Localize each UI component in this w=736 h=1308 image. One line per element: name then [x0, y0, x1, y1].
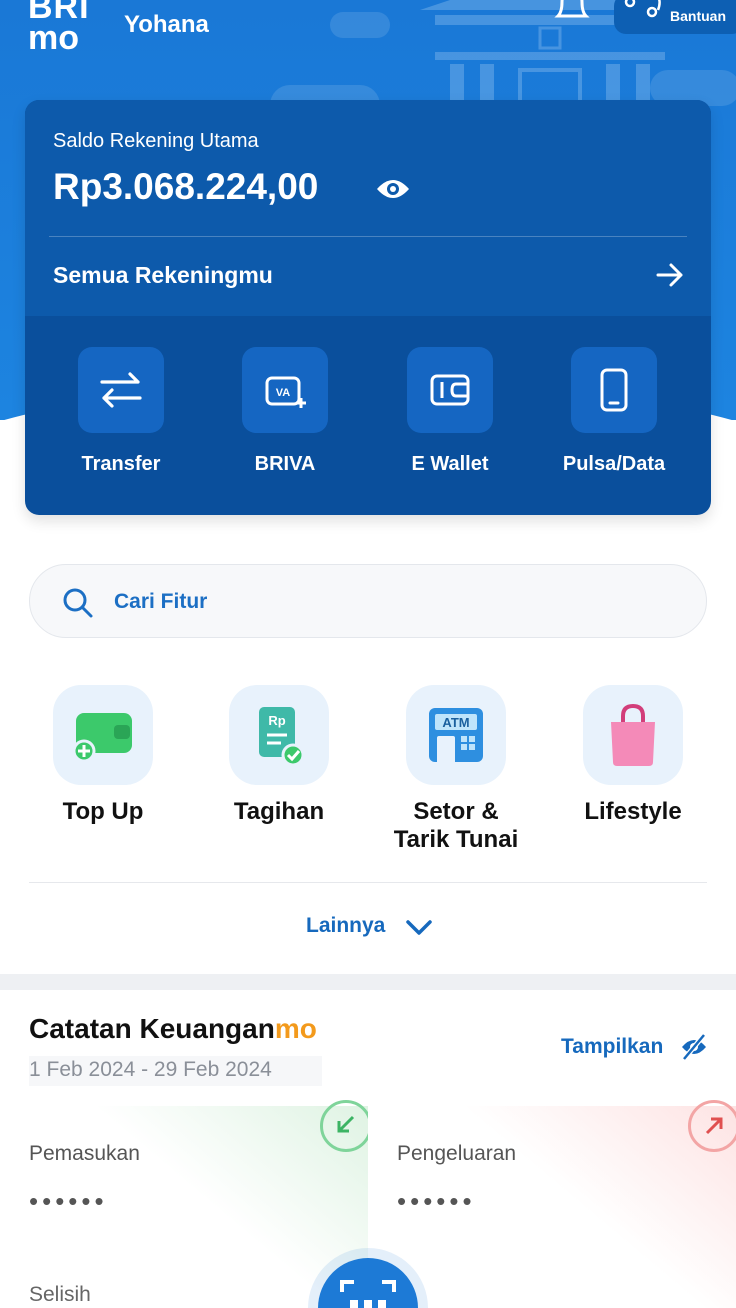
scan-icon: [340, 1280, 396, 1308]
atm-tile[interactable]: ATM: [406, 685, 506, 785]
more-features-button[interactable]: Lainnya: [306, 914, 385, 938]
quick-action-ewallet[interactable]: E Wallet: [407, 347, 493, 475]
lifestyle-tile[interactable]: [583, 685, 683, 785]
atm-icon: ATM: [429, 708, 483, 766]
balance-label: Saldo Rekening Utama: [53, 130, 259, 152]
bill-icon: Rp: [259, 707, 305, 767]
topup-wallet-icon: [72, 713, 132, 763]
divider: [49, 236, 687, 237]
notification-bell-icon[interactable]: [552, 0, 592, 26]
shopping-bag-icon: [611, 703, 655, 766]
expense-value: ••••••: [397, 1186, 476, 1216]
feature-label-line1: Setor &: [413, 798, 499, 825]
arrow-right-icon[interactable]: [655, 262, 685, 288]
finance-title-text: Catatan Keuangan: [29, 1013, 275, 1044]
svg-text:VA: VA: [276, 387, 291, 399]
finance-title-suffix: mo: [274, 1013, 317, 1044]
transfer-icon: [100, 372, 142, 408]
feature-top-up[interactable]: Top Up: [53, 685, 153, 825]
divider: [29, 882, 707, 883]
eye-off-icon[interactable]: [680, 1033, 708, 1061]
wallet-icon: [430, 374, 470, 406]
chevron-down-icon[interactable]: [404, 914, 434, 940]
quick-action-label: Pulsa/Data: [562, 453, 666, 475]
arrow-up-right-icon: [688, 1100, 736, 1152]
finance-section-title: Catatan Keuanganmo: [29, 1013, 317, 1045]
topup-tile[interactable]: [53, 685, 153, 785]
va-icon: VA: [265, 376, 306, 408]
transfer-tile[interactable]: [78, 347, 164, 433]
feature-setor-tarik[interactable]: ATM Setor & Tarik Tunai: [394, 685, 518, 853]
show-values-button[interactable]: Tampilkan: [561, 1035, 663, 1059]
user-greeting-name: Yohana: [124, 11, 209, 38]
balance-card: Saldo Rekening Utama Rp3.068.224,00 Semu…: [25, 100, 711, 515]
feature-label: Lifestyle: [584, 798, 682, 825]
headset-icon: [624, 0, 661, 18]
feature-tagihan[interactable]: Rp Tagihan: [229, 685, 329, 825]
pulsa-tile[interactable]: [571, 347, 657, 433]
help-button[interactable]: Bantuan: [614, 0, 736, 34]
svg-text:ATM: ATM: [442, 715, 469, 730]
arrow-down-left-icon: [320, 1100, 372, 1152]
quick-action-transfer[interactable]: Transfer: [78, 347, 164, 475]
search-placeholder: Cari Fitur: [114, 590, 208, 613]
expense-label: Pengeluaran: [397, 1142, 517, 1165]
eye-icon[interactable]: [375, 174, 411, 204]
income-value: ••••••: [29, 1186, 108, 1216]
tagihan-tile[interactable]: Rp: [229, 685, 329, 785]
feature-search-input[interactable]: Cari Fitur: [29, 564, 707, 638]
svg-text:Rp: Rp: [268, 713, 285, 728]
difference-label: Selisih: [29, 1283, 91, 1306]
feature-label-line2: Tarik Tunai: [393, 826, 519, 853]
quick-action-label: BRIVA: [254, 453, 316, 475]
feature-lifestyle[interactable]: Lifestyle: [583, 685, 683, 825]
income-label: Pemasukan: [29, 1142, 140, 1165]
phone-icon: [600, 368, 628, 412]
search-icon: [63, 588, 93, 618]
help-label: Bantuan: [670, 8, 726, 24]
all-accounts-link[interactable]: Semua Rekeningmu: [53, 262, 273, 289]
quick-action-pulsa[interactable]: Pulsa/Data: [563, 347, 665, 475]
quick-action-label: Transfer: [81, 453, 161, 475]
date-range: 1 Feb 2024 - 29 Feb 2024: [29, 1056, 322, 1086]
brimo-logo: BRI mo: [28, 0, 90, 57]
cloud-decoration: [330, 12, 390, 38]
section-separator: [0, 974, 736, 990]
quick-action-label: E Wallet: [411, 453, 489, 475]
quick-action-briva[interactable]: VA BRIVA: [242, 347, 328, 475]
ewallet-tile[interactable]: [407, 347, 493, 433]
balance-summary: Saldo Rekening Utama Rp3.068.224,00 Semu…: [25, 100, 711, 316]
balance-amount: Rp3.068.224,00: [53, 166, 319, 207]
briva-tile[interactable]: VA: [242, 347, 328, 433]
